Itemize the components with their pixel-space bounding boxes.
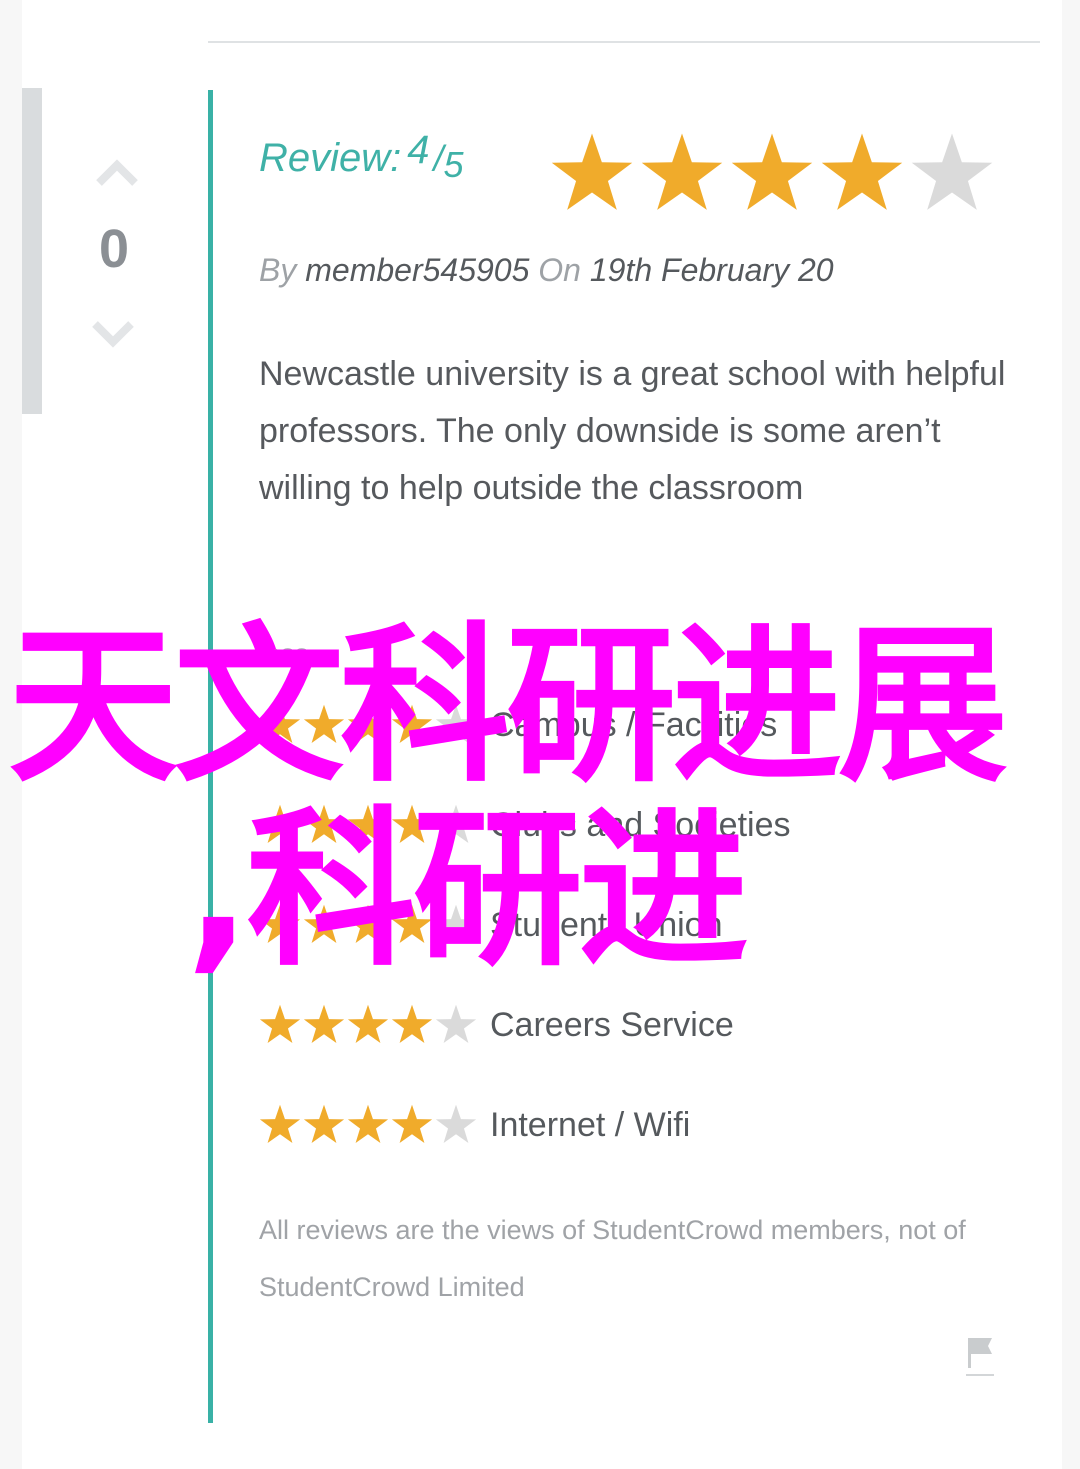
star-empty-icon bbox=[911, 133, 993, 210]
star-filled-icon bbox=[259, 1004, 301, 1043]
chevron-up-icon[interactable] bbox=[96, 156, 138, 186]
star-empty-icon bbox=[435, 1004, 477, 1043]
top-divider bbox=[208, 41, 1040, 43]
star-filled-icon bbox=[259, 1104, 301, 1143]
star-filled-icon bbox=[303, 1104, 345, 1143]
rating-stars bbox=[258, 1003, 490, 1047]
star-filled-icon bbox=[347, 1104, 389, 1143]
review-body: Newcastle university is a great school w… bbox=[259, 355, 1006, 507]
star-empty-icon bbox=[435, 1104, 477, 1143]
star-filled-icon bbox=[391, 1004, 433, 1043]
review-stars bbox=[548, 130, 996, 218]
star-filled-icon bbox=[347, 1004, 389, 1043]
review-out-of: 5 bbox=[443, 144, 464, 185]
chevron-down-icon[interactable] bbox=[92, 318, 134, 352]
rating-stars bbox=[258, 1103, 490, 1147]
review-title-label: Review: bbox=[259, 136, 402, 180]
star-filled-icon bbox=[391, 1104, 433, 1143]
rating-label: Careers Service bbox=[490, 1005, 734, 1044]
star-filled-icon bbox=[821, 133, 903, 210]
star-filled-icon bbox=[731, 133, 813, 210]
star-filled-icon bbox=[303, 1004, 345, 1043]
flag-icon[interactable] bbox=[964, 1334, 996, 1378]
vote-bar bbox=[22, 88, 42, 414]
rating-row: Internet / Wifi bbox=[258, 1100, 958, 1150]
rating-row: Careers Service bbox=[258, 1000, 958, 1050]
review-author[interactable]: member545905 bbox=[305, 252, 529, 288]
disclaimer: All reviews are the views of StudentCrow… bbox=[259, 1215, 966, 1302]
star-filled-icon bbox=[641, 133, 723, 210]
overlay-text-line-2: ,科研进 bbox=[186, 792, 749, 990]
score-slash: / bbox=[433, 138, 444, 179]
review-date: 19th February 20 bbox=[589, 252, 834, 288]
star-filled-icon bbox=[551, 133, 633, 210]
on-label: On bbox=[538, 252, 581, 288]
by-label: By bbox=[259, 252, 297, 288]
review-score-heading: Review: 4/5 bbox=[259, 128, 464, 185]
review-score: 4 bbox=[407, 128, 430, 172]
byline: By member545905 On 19th February 20 bbox=[259, 252, 834, 289]
vote-count: 0 bbox=[98, 219, 130, 279]
rating-label: Internet / Wifi bbox=[490, 1105, 691, 1144]
